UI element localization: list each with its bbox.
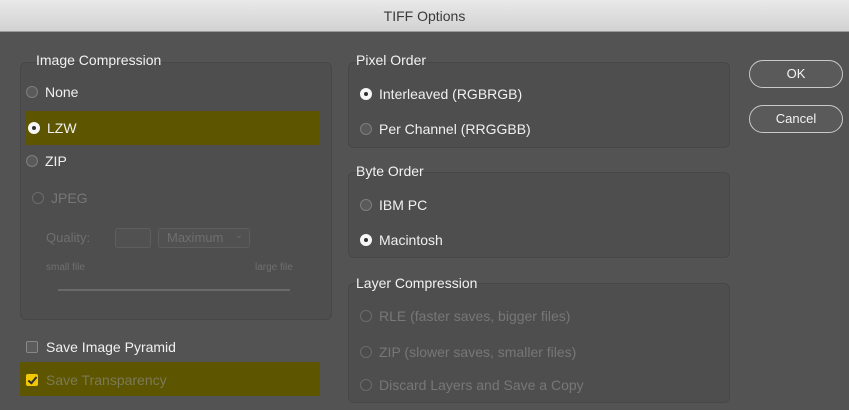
checkbox-icon[interactable] [26,341,38,353]
byte-order-macintosh-option[interactable]: Macintosh [360,231,443,249]
image-compression-legend: Image Compression [36,52,162,68]
compression-lzw-option[interactable]: LZW [28,119,77,137]
checkbox-label: Save Image Pyramid [46,339,176,355]
compression-zip-option[interactable]: ZIP [26,152,67,170]
save-transparency-checkbox[interactable]: Save Transparency [26,371,167,389]
radio-icon[interactable] [360,123,372,135]
quality-preset-select[interactable]: Maximum ⌄ [158,228,250,248]
option-label: Macintosh [379,232,443,248]
option-label: ZIP (slower saves, smaller files) [379,344,577,360]
quality-preset-value: Maximum [167,230,224,245]
option-label: None [45,84,79,100]
option-label: IBM PC [379,197,428,213]
window-title: TIFF Options [383,8,466,24]
option-label: JPEG [51,190,88,206]
quality-label: Quality: [46,230,91,245]
option-label: Interleaved (RGBRGB) [379,86,523,102]
radio-selected-icon[interactable] [360,234,372,246]
compression-none-option[interactable]: None [26,83,78,101]
slider-min-label: small file [46,262,85,273]
option-label: RLE (faster saves, bigger files) [379,308,571,324]
compression-jpeg-option[interactable]: JPEG [32,189,88,207]
title-bar[interactable]: TIFF Options [0,0,849,32]
ok-button[interactable]: OK [749,60,843,88]
quality-input[interactable] [115,228,151,248]
option-label: Per Channel (RRGGBB) [379,121,531,137]
radio-selected-icon[interactable] [28,122,40,134]
radio-selected-icon[interactable] [360,88,372,100]
layer-compression-legend: Layer Compression [356,275,478,291]
pixel-order-interleaved-option[interactable]: Interleaved (RGBRGB) [360,85,522,103]
radio-icon[interactable] [32,192,44,204]
radio-icon[interactable] [360,379,372,391]
quality-slider[interactable] [58,289,290,291]
radio-icon[interactable] [360,310,372,322]
layer-compression-rle-option[interactable]: RLE (faster saves, bigger files) [360,307,570,325]
chevron-down-icon: ⌄ [234,230,243,241]
pixel-order-legend: Pixel Order [356,52,427,68]
layer-compression-zip-option[interactable]: ZIP (slower saves, smaller files) [360,343,576,361]
radio-icon[interactable] [26,155,38,167]
byte-order-legend: Byte Order [356,163,424,179]
pixel-order-per-channel-option[interactable]: Per Channel (RRGGBB) [360,120,531,138]
option-label: Discard Layers and Save a Copy [379,377,584,393]
option-label: ZIP [45,153,67,169]
checkbox-checked-icon[interactable] [26,374,38,386]
byte-order-ibm-pc-option[interactable]: IBM PC [360,196,427,214]
cancel-button[interactable]: Cancel [749,105,843,133]
radio-icon[interactable] [360,346,372,358]
option-label: LZW [47,120,77,136]
save-image-pyramid-checkbox[interactable]: Save Image Pyramid [26,338,176,356]
radio-icon[interactable] [26,86,38,98]
slider-max-label: large file [255,262,293,273]
checkbox-label: Save Transparency [46,372,167,388]
layer-compression-discard-option[interactable]: Discard Layers and Save a Copy [360,376,584,394]
radio-icon[interactable] [360,199,372,211]
